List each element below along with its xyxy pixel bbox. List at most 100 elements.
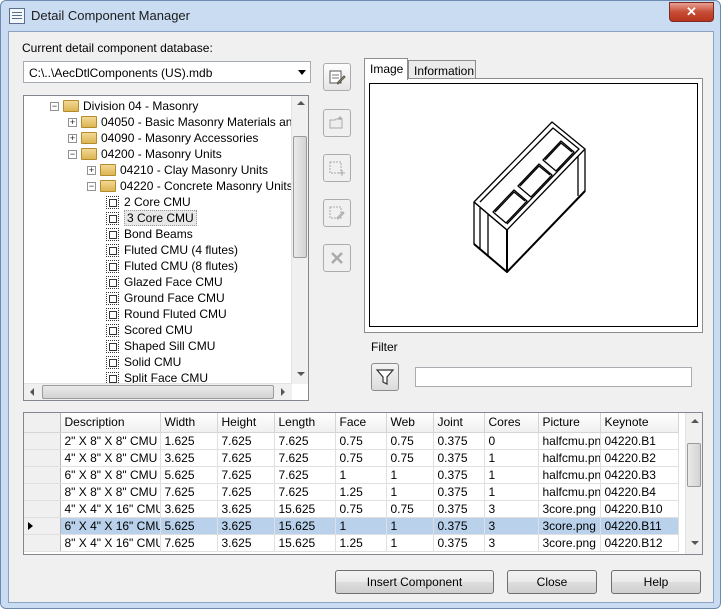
table-row[interactable]: 4" X 4" X 16" CMU 3.625 3.625 15.625 0.75 0.7… xyxy=(24,500,679,518)
table-cell[interactable]: 0.375 xyxy=(433,466,485,484)
tree-horizontal-scrollbar[interactable] xyxy=(24,383,292,400)
table-cell[interactable]: 04220.B4 xyxy=(600,483,679,501)
column-header[interactable]: Picture xyxy=(538,413,601,433)
table-cell[interactable]: 2" X 8" X 8" CMU xyxy=(60,432,161,450)
table-cell[interactable]: 04220.B12 xyxy=(600,534,679,552)
window-close-button[interactable]: ✕ xyxy=(669,2,714,22)
column-header[interactable]: Height xyxy=(217,413,275,433)
table-cell[interactable]: 1.25 xyxy=(335,483,387,501)
table-row[interactable]: 8" X 4" X 16" CMU 7.625 3.625 15.625 1.25 1 0.… xyxy=(24,534,679,552)
tree-hscroll-thumb[interactable] xyxy=(42,385,274,399)
new-group-button[interactable] xyxy=(323,109,351,137)
tree-node[interactable]: 3 Core CMU xyxy=(106,210,197,226)
table-cell[interactable]: 0.75 xyxy=(386,500,434,518)
tree-node[interactable]: +04050 - Basic Masonry Materials and M xyxy=(68,114,308,130)
table-cell[interactable]: 0.375 xyxy=(433,517,485,535)
collapse-icon[interactable]: − xyxy=(87,181,96,191)
table-cell[interactable]: 1 xyxy=(386,483,434,501)
table-cell[interactable]: 5.625 xyxy=(160,466,218,484)
edit-database-button[interactable] xyxy=(323,63,351,91)
scroll-left-icon[interactable] xyxy=(30,388,34,396)
table-cell[interactable]: 0.75 xyxy=(386,449,434,467)
table-cell[interactable]: 0 xyxy=(484,432,539,450)
table-cell[interactable]: 6" X 4" X 16" CMU xyxy=(60,517,161,535)
table-cell[interactable]: 04220.B2 xyxy=(600,449,679,467)
tree-node[interactable]: +04210 - Clay Masonry Units xyxy=(87,162,268,178)
table-cell[interactable]: 7.625 xyxy=(160,483,218,501)
table-cell[interactable]: 1 xyxy=(484,466,539,484)
grid-scroll-down-icon[interactable] xyxy=(691,541,699,545)
table-cell[interactable]: 04220.B10 xyxy=(600,500,679,518)
table-cell[interactable]: 3core.png xyxy=(538,517,601,535)
table-cell[interactable]: 04220.B3 xyxy=(600,466,679,484)
row-header[interactable] xyxy=(24,449,61,467)
tree-vertical-scrollbar[interactable] xyxy=(291,96,308,384)
table-cell[interactable]: 0.375 xyxy=(433,432,485,450)
tab-image[interactable]: Image xyxy=(364,58,408,80)
table-cell[interactable]: 8" X 8" X 8" CMU xyxy=(60,483,161,501)
table-cell[interactable]: 1.25 xyxy=(335,534,387,552)
column-header[interactable]: Keynote xyxy=(600,413,679,433)
column-header[interactable]: Face xyxy=(335,413,387,433)
table-row[interactable]: 8" X 8" X 8" CMU 7.625 7.625 7.625 1.25 1 0.37… xyxy=(24,483,679,501)
table-row[interactable]: 2" X 8" X 8" CMU 1.625 7.625 7.625 0.75 0.75 0… xyxy=(24,432,679,450)
table-cell[interactable]: 3 xyxy=(484,500,539,518)
row-header[interactable] xyxy=(24,466,61,484)
filter-input[interactable] xyxy=(415,367,692,387)
help-button[interactable]: Help xyxy=(611,570,701,594)
table-cell[interactable]: 1 xyxy=(335,517,387,535)
grid-scroll-up-icon[interactable] xyxy=(691,419,699,423)
table-cell[interactable]: 0.75 xyxy=(386,432,434,450)
table-cell[interactable]: 0.375 xyxy=(433,449,485,467)
collapse-icon[interactable]: − xyxy=(50,101,59,111)
table-cell[interactable]: 7.625 xyxy=(217,483,275,501)
column-header[interactable]: Length xyxy=(274,413,336,433)
table-cell[interactable]: 0.375 xyxy=(433,483,485,501)
table-cell[interactable]: halfcmu.pn xyxy=(538,466,601,484)
tree-node[interactable]: − Division 04 - Masonry xyxy=(50,98,198,114)
tree-node[interactable]: Ground Face CMU xyxy=(106,290,225,306)
tree-node[interactable]: +04090 - Masonry Accessories xyxy=(68,130,258,146)
table-cell[interactable]: halfcmu.pn xyxy=(538,483,601,501)
component-tree[interactable]: − Division 04 - Masonry +04050 - Basic Mas… xyxy=(23,95,309,401)
scroll-down-icon[interactable] xyxy=(297,372,305,376)
table-cell[interactable]: 8" X 4" X 16" CMU xyxy=(60,534,161,552)
collapse-icon[interactable]: − xyxy=(68,149,77,159)
table-cell[interactable]: 3core.png xyxy=(538,500,601,518)
scroll-up-icon[interactable] xyxy=(297,101,305,105)
tree-scroll-thumb[interactable] xyxy=(293,136,307,258)
table-cell[interactable]: 1 xyxy=(335,466,387,484)
component-grid[interactable]: Description Width Height Length Face Web Joint… xyxy=(23,412,703,555)
table-cell[interactable]: 3.625 xyxy=(217,534,275,552)
table-cell[interactable]: 4" X 4" X 16" CMU xyxy=(60,500,161,518)
filter-button[interactable] xyxy=(371,363,399,391)
tree-node[interactable]: Round Fluted CMU xyxy=(106,306,227,322)
database-dropdown[interactable]: C:\..\AecDtlComponents (US).mdb xyxy=(23,61,311,83)
tree-node[interactable]: Shaped Sill CMU xyxy=(106,338,215,354)
new-component-button[interactable] xyxy=(323,154,351,182)
table-cell[interactable]: 5.625 xyxy=(160,517,218,535)
table-cell[interactable]: 7.625 xyxy=(217,466,275,484)
row-header[interactable] xyxy=(24,534,61,552)
table-cell[interactable]: 7.625 xyxy=(274,432,336,450)
tree-node[interactable]: 2 Core CMU xyxy=(106,194,191,210)
table-cell[interactable]: 1.625 xyxy=(160,432,218,450)
table-cell[interactable]: halfcmu.pn xyxy=(538,432,601,450)
table-cell[interactable]: 3.625 xyxy=(160,449,218,467)
expand-icon[interactable]: + xyxy=(87,165,96,175)
table-cell[interactable]: 3 xyxy=(484,517,539,535)
column-header[interactable]: Description xyxy=(60,413,161,433)
table-cell[interactable]: 0.75 xyxy=(335,449,387,467)
table-cell[interactable]: 04220.B11 xyxy=(600,517,679,535)
grid-vertical-scrollbar[interactable] xyxy=(685,413,702,554)
tree-node[interactable]: − 04220 - Concrete Masonry Units xyxy=(87,178,293,194)
table-cell[interactable]: 4" X 8" X 8" CMU xyxy=(60,449,161,467)
delete-button[interactable] xyxy=(323,244,351,272)
column-header[interactable]: Width xyxy=(160,413,218,433)
tree-node[interactable]: − 04200 - Masonry Units xyxy=(68,146,222,162)
table-cell[interactable]: 7.625 xyxy=(160,534,218,552)
expand-icon[interactable]: + xyxy=(68,133,77,143)
grid-scroll-thumb[interactable] xyxy=(687,443,701,487)
tree-node[interactable]: Glazed Face CMU xyxy=(106,274,223,290)
column-header[interactable]: Joint xyxy=(433,413,485,433)
